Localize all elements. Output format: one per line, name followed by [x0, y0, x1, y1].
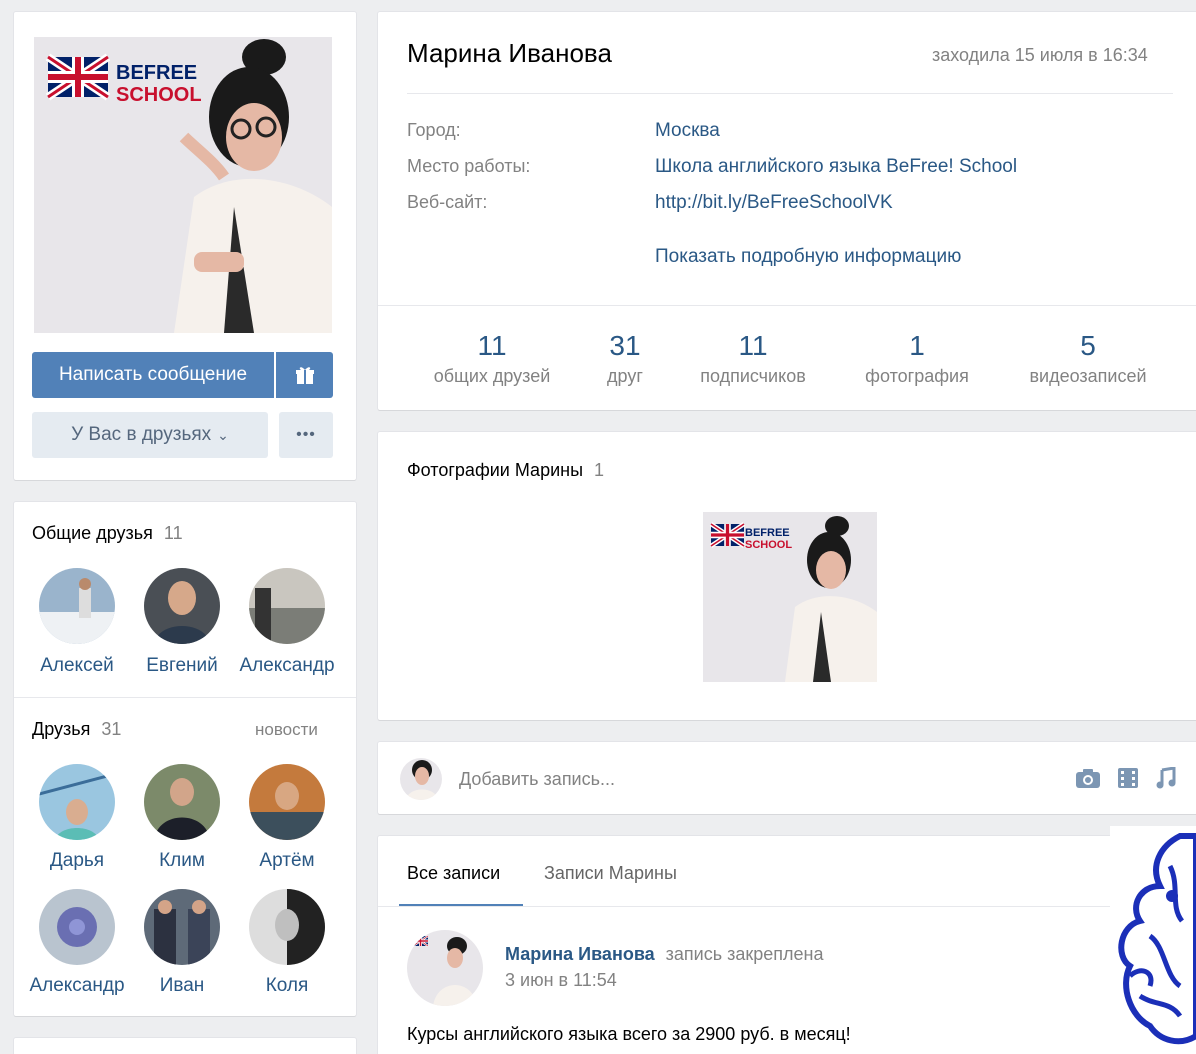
friends-news-link[interactable]: новости: [255, 720, 318, 740]
profile-name: Марина Иванова: [407, 38, 612, 68]
info-label-website: Веб-сайт:: [407, 192, 488, 212]
mutual-friends-title: Общие друзья: [32, 523, 153, 543]
friends-title: Друзья: [32, 719, 91, 739]
friend-avatar[interactable]: [249, 764, 325, 840]
send-message-button[interactable]: Написать сообщение: [32, 352, 274, 398]
divider: [407, 93, 1173, 94]
photos-title: Фотографии Марины: [407, 460, 584, 480]
svg-text:BEFREE: BEFREE: [745, 527, 790, 539]
svg-text:SCHOOL: SCHOOL: [116, 84, 202, 106]
last-seen: заходила 15 июля в 16:34: [932, 45, 1148, 65]
friend-name[interactable]: Евгений: [127, 655, 237, 677]
info-label-city: Город:: [407, 120, 461, 140]
more-icon: •••: [296, 426, 316, 443]
divider: [378, 906, 1196, 907]
friend-name[interactable]: Коля: [232, 975, 342, 997]
more-actions-button[interactable]: •••: [279, 412, 333, 458]
send-message-label: Написать сообщение: [58, 364, 248, 385]
friend-name[interactable]: Дарья: [22, 850, 132, 872]
friend-status-button[interactable]: У Вас в друзьях ⌄: [32, 412, 268, 458]
friend-avatar[interactable]: [144, 568, 220, 644]
composer-avatar: [400, 758, 442, 800]
composer-input[interactable]: Добавить запись...: [459, 769, 1039, 790]
counter-label: подписчиков: [700, 366, 806, 386]
next-card: [14, 1038, 356, 1054]
show-more-info-link[interactable]: Показать подробную информацию: [655, 246, 961, 268]
counter-number: 11: [738, 330, 768, 361]
friend-name[interactable]: Алексей: [22, 655, 132, 677]
post-author[interactable]: Марина Иванова: [505, 944, 655, 964]
tab-all-posts[interactable]: Все записи: [407, 863, 500, 884]
friend-name[interactable]: Александр: [22, 975, 132, 997]
counter-label: фотография: [865, 366, 969, 386]
mutual-friends-header[interactable]: Общие друзья 11: [32, 523, 183, 544]
friend-avatar[interactable]: [249, 568, 325, 644]
divider: [14, 697, 356, 698]
gift-icon: [295, 367, 314, 384]
post-pinned-label: запись закреплена: [665, 944, 824, 964]
gift-button[interactable]: [276, 352, 333, 398]
friend-name[interactable]: Иван: [127, 975, 237, 997]
info-value-website[interactable]: http://bit.ly/BeFreeSchoolVK: [655, 192, 893, 214]
friend-avatar[interactable]: [144, 764, 220, 840]
svg-text:SCHOOL: SCHOOL: [745, 539, 792, 551]
svg-text:BEFREE: BEFREE: [116, 62, 197, 84]
chevron-down-icon: ⌄: [217, 426, 229, 443]
mutual-friends-count: 11: [163, 523, 183, 543]
camera-icon[interactable]: [1075, 767, 1101, 794]
counter-videos[interactable]: 5 видеозаписей: [1003, 330, 1173, 387]
counter-photos[interactable]: 1 фотография: [832, 330, 1002, 387]
info-value-city[interactable]: Москва: [655, 120, 720, 142]
music-icon[interactable]: [1155, 766, 1177, 794]
friend-avatar[interactable]: [144, 889, 220, 965]
divider: [378, 305, 1196, 306]
counter-number: 5: [1080, 330, 1096, 361]
lion-emblem-icon: [1118, 833, 1196, 1045]
post-text: Курсы английского языка всего за 2900 ру…: [407, 1024, 851, 1044]
friend-avatar[interactable]: [249, 889, 325, 965]
decorative-overlay: [1110, 826, 1196, 1054]
friend-avatar[interactable]: [39, 568, 115, 644]
friend-avatar[interactable]: [39, 889, 115, 965]
post-header: Марина Иванова запись закреплена: [505, 944, 824, 965]
counter-number: 1: [909, 330, 925, 361]
post-date[interactable]: 3 июн в 11:54: [505, 970, 617, 991]
info-label-work: Место работы:: [407, 156, 531, 176]
profile-avatar[interactable]: BEFREE SCHOOL: [34, 37, 332, 333]
friend-name[interactable]: Клим: [127, 850, 237, 872]
friend-name[interactable]: Артём: [232, 850, 342, 872]
video-icon[interactable]: [1117, 767, 1139, 794]
friends-count: 31: [101, 719, 122, 739]
tab-own-posts[interactable]: Записи Марины: [544, 863, 677, 884]
post-author-avatar[interactable]: [407, 930, 483, 1006]
friends-header[interactable]: Друзья 31: [32, 719, 121, 740]
friend-name[interactable]: Александр: [232, 655, 342, 677]
info-value-work[interactable]: Школа английского языка BeFree! School: [655, 156, 1017, 178]
photo-thumbnail[interactable]: BEFREE SCHOOL: [703, 512, 877, 682]
photos-count: 1: [594, 460, 605, 480]
friend-avatar[interactable]: [39, 764, 115, 840]
friend-status-label: У Вас в друзьях: [71, 424, 212, 445]
counter-followers[interactable]: 11 подписчиков: [668, 330, 838, 387]
photos-header[interactable]: Фотографии Марины 1: [407, 460, 604, 481]
counter-label: видеозаписей: [1029, 366, 1147, 386]
